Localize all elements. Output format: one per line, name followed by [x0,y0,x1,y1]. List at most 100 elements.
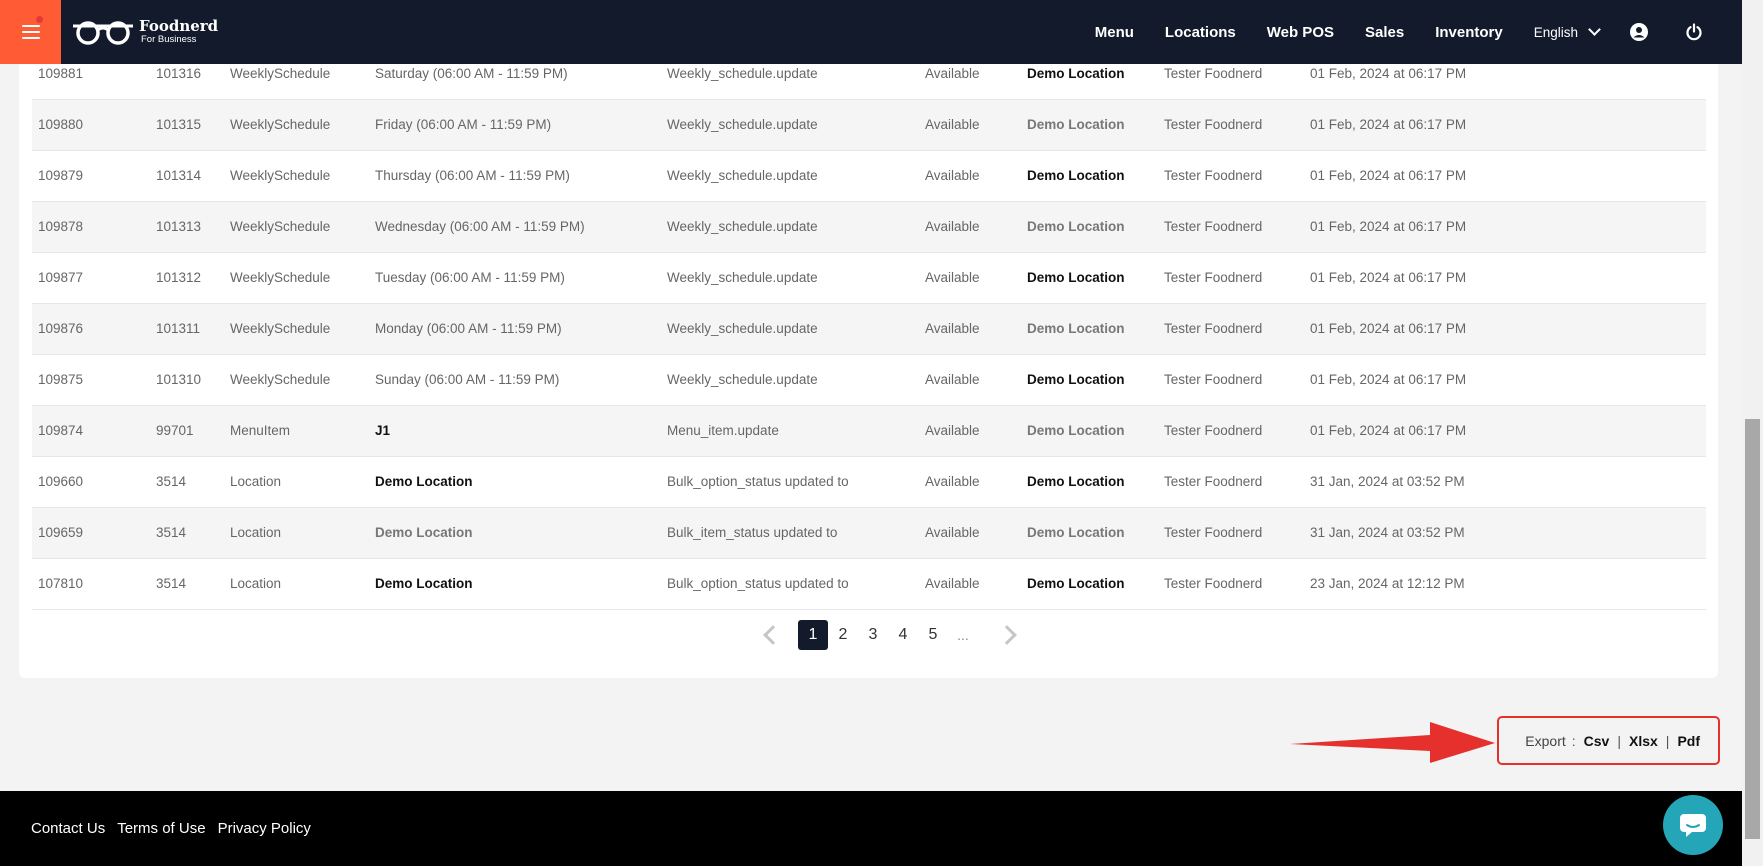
footer-terms-of-use[interactable]: Terms of Use [117,820,205,837]
cell-item-name: Monday (06:00 AM - 11:59 PM) [369,303,661,355]
language-selector[interactable]: English [1533,22,1601,40]
nav-web-pos[interactable]: Web POS [1267,24,1334,41]
cell-location: Demo Location [1021,558,1158,610]
footer-privacy-policy[interactable]: Privacy Policy [218,820,311,837]
cell-item-name: Sunday (06:00 AM - 11:59 PM) [369,354,661,406]
cell-user: Tester Foodnerd [1158,303,1304,355]
export-panel: Export : Csv | Xlsx | Pdf [1497,716,1720,765]
table-row: 107810 3514 Location Demo Location Bulk_opti… [32,558,1706,610]
nav-sales[interactable]: Sales [1365,24,1404,41]
cell-action: Menu_item.update [661,405,919,457]
table-row: 109879 101314 WeeklySchedule Thursday (06:0… [32,150,1706,202]
cell-status: Available [919,456,1021,508]
cell-status: Available [919,252,1021,304]
cell-user: Tester Foodnerd [1158,201,1304,253]
cell-location: Demo Location [1021,201,1158,253]
cell-log-id: 109660 [32,456,150,508]
cell-action: Bulk_option_status updated to [661,456,919,508]
hamburger-menu-button[interactable] [0,0,61,64]
nav-inventory[interactable]: Inventory [1435,24,1503,41]
chevron-right-icon[interactable] [997,625,1017,645]
page-2-button[interactable]: 2 [828,620,858,650]
glasses-icon [73,21,133,45]
chevron-left-icon[interactable] [763,625,783,645]
cell-user: Tester Foodnerd [1158,405,1304,457]
table-row: 109880 101315 WeeklySchedule Friday (06:00 … [32,99,1706,151]
table-row: 109875 101310 WeeklySchedule Sunday (06:00 … [32,354,1706,406]
foodnerd-logo[interactable]: Foodnerd For Business [71,17,218,47]
cell-user: Tester Foodnerd [1158,558,1304,610]
cell-log-id: 107810 [32,558,150,610]
cell-record-id: 101314 [150,150,224,202]
cell-user: Tester Foodnerd [1158,99,1304,151]
user-profile-icon[interactable] [1629,22,1649,42]
cell-record-id: 99701 [150,405,224,457]
chat-button[interactable] [1663,795,1723,855]
logo-title: Foodnerd [139,17,219,36]
nav-menu[interactable]: Menu [1095,24,1134,41]
cell-timestamp: 01 Feb, 2024 at 06:17 PM [1304,201,1706,253]
cell-log-id: 109659 [32,507,150,559]
export-xlsx-link[interactable]: Xlsx [1629,733,1658,749]
cell-timestamp: 01 Feb, 2024 at 06:17 PM [1304,252,1706,304]
export-divider: | [1665,732,1670,749]
cell-item-name: Tuesday (06:00 AM - 11:59 PM) [369,252,661,304]
table-row: 109874 99701 MenuItem J1 Menu_item.update Ava… [32,405,1706,457]
cell-log-id: 109878 [32,201,150,253]
language-label: English [1533,24,1578,40]
cell-location: Demo Location [1021,252,1158,304]
cell-user: Tester Foodnerd [1158,354,1304,406]
top-navbar: Foodnerd For Business Menu Locations Web… [0,0,1742,64]
cell-location: Demo Location [1021,405,1158,457]
activity-log-table: 109881 101316 WeeklySchedule Saturday (06:0… [32,48,1706,610]
cell-location: Demo Location [1021,99,1158,151]
nav-locations[interactable]: Locations [1165,24,1236,41]
cell-user: Tester Foodnerd [1158,507,1304,559]
main-nav: Menu Locations Web POS Sales Inventory E… [1095,0,1742,64]
page-4-button[interactable]: 4 [888,620,918,650]
cell-status: Available [919,303,1021,355]
cell-action: Weekly_schedule.update [661,354,919,406]
cell-model: Location [224,507,369,559]
footer-contact-us[interactable]: Contact Us [31,820,105,837]
cell-action: Weekly_schedule.update [661,303,919,355]
page-5-button[interactable]: 5 [918,620,948,650]
cell-model: WeeklySchedule [224,201,369,253]
cell-item-name: Wednesday (06:00 AM - 11:59 PM) [369,201,661,253]
pagination: 1 2 3 4 5 ... [763,620,1017,650]
export-pdf-link[interactable]: Pdf [1677,733,1700,749]
export-colon: : [1571,732,1576,749]
cell-user: Tester Foodnerd [1158,150,1304,202]
cell-model: MenuItem [224,405,369,457]
cell-item-name: Demo Location [369,507,661,559]
cell-action: Weekly_schedule.update [661,99,919,151]
table-row: 109878 101313 WeeklySchedule Wednesday (06:… [32,201,1706,253]
power-icon[interactable] [1684,22,1704,42]
page-3-button[interactable]: 3 [858,620,888,650]
page-1-button[interactable]: 1 [798,620,828,650]
cell-timestamp: 01 Feb, 2024 at 06:17 PM [1304,99,1706,151]
cell-action: Bulk_item_status updated to [661,507,919,559]
cell-status: Available [919,150,1021,202]
cell-location: Demo Location [1021,456,1158,508]
cell-record-id: 101311 [150,303,224,355]
cell-log-id: 109876 [32,303,150,355]
activity-log-card: 109881 101316 WeeklySchedule Saturday (06:0… [19,0,1718,678]
cell-action: Weekly_schedule.update [661,252,919,304]
cell-model: WeeklySchedule [224,303,369,355]
cell-record-id: 3514 [150,456,224,508]
cell-item-name: J1 [369,405,661,457]
cell-item-name: Demo Location [369,456,661,508]
cell-model: Location [224,456,369,508]
cell-action: Weekly_schedule.update [661,150,919,202]
cell-user: Tester Foodnerd [1158,252,1304,304]
notification-dot [35,15,44,24]
logo-subtitle: For Business [141,34,197,46]
cell-user: Tester Foodnerd [1158,456,1304,508]
cell-timestamp: 31 Jan, 2024 at 03:52 PM [1304,507,1706,559]
export-csv-link[interactable]: Csv [1584,733,1610,749]
page-scrollbar[interactable] [1742,0,1763,866]
cell-location: Demo Location [1021,354,1158,406]
cell-model: WeeklySchedule [224,150,369,202]
scrollbar-thumb[interactable] [1745,419,1760,839]
